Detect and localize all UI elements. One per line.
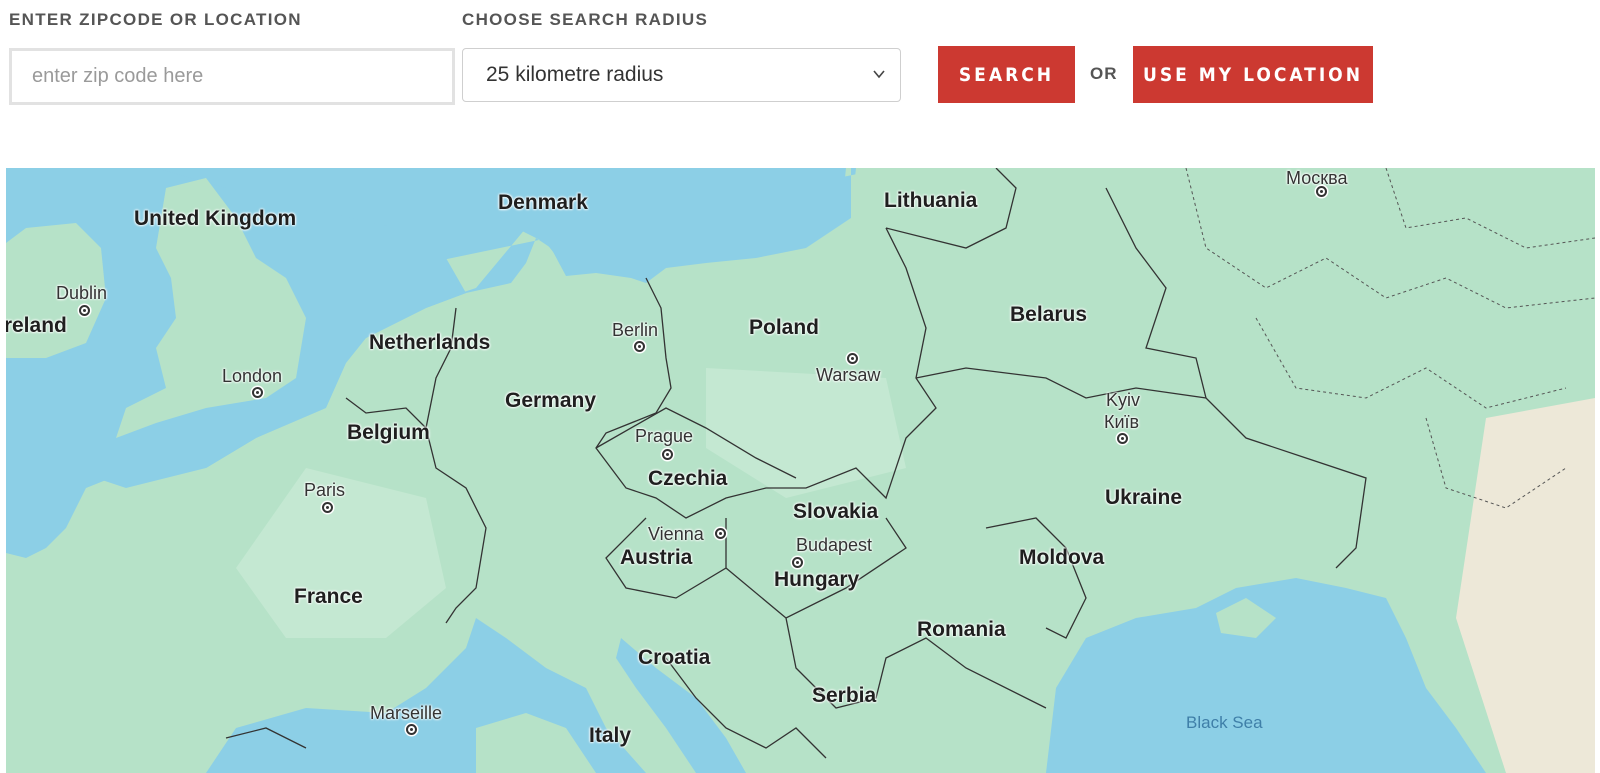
map-label-country: Denmark [498,191,588,214]
map-label-country: Romania [917,618,1006,641]
or-separator: OR [1090,64,1118,83]
map-label-country: Ukraine [1105,486,1183,509]
map-label-country: United Kingdom [134,207,297,230]
map-label-country: Moldova [1019,546,1105,569]
map-label-city: Kyiv [1106,390,1141,410]
map-label-country: Netherlands [369,331,491,354]
map-label-city: Warsaw [816,365,881,385]
map-label-city: Berlin [612,320,659,340]
chevron-down-icon [873,70,885,79]
map-label-city: Paris [304,480,346,500]
city-marker [1316,186,1327,197]
city-marker [322,502,333,513]
map-label-city: Москва [1286,168,1348,188]
map-label-city: Prague [635,426,694,446]
city-marker [79,305,90,316]
map-label-city: Vienna [648,524,704,544]
map-label-country: Ireland [6,314,67,337]
map-label-city: Dublin [56,283,108,303]
city-marker [1117,433,1128,444]
map-label-city: Budapest [796,535,873,555]
city-marker [715,528,726,539]
map-label-country: Belgium [347,421,430,444]
map-label-country: Belarus [1010,303,1088,326]
zip-code-input[interactable] [9,48,455,105]
map-label-country: Serbia [812,684,877,707]
map-label-country: France [294,585,363,608]
search-radius-value: 25 kilometre radius [486,63,664,86]
map-label-country: Germany [505,389,597,412]
city-marker [847,353,858,364]
map-label-sea: Black Sea [1186,713,1263,732]
map-label-country: Italy [589,724,632,747]
map-label-country: Slovakia [793,500,879,523]
use-my-location-button[interactable]: USE MY LOCATION [1133,46,1373,103]
map-label-country: Lithuania [884,189,978,212]
map-label-city: London [222,366,283,386]
map-label-country: Czechia [648,467,728,490]
map-label-country: Croatia [638,646,711,669]
city-marker [252,387,263,398]
map[interactable]: United Kingdom Ireland Denmark Lithuania… [6,168,1595,773]
zip-field-label: ENTER ZIPCODE OR LOCATION [9,10,302,29]
map-label-city: Київ [1104,412,1140,432]
city-marker [634,341,645,352]
radius-field-label: CHOOSE SEARCH RADIUS [462,10,709,29]
map-label-country: Hungary [774,568,860,591]
map-label-country: Poland [749,316,820,339]
search-radius-select[interactable]: 25 kilometre radius [462,48,901,102]
city-marker [406,724,417,735]
map-label-country: Austria [620,546,693,569]
search-button[interactable]: SEARCH [938,46,1075,103]
city-marker [792,557,803,568]
map-canvas[interactable] [6,168,1595,773]
map-label-city: Marseille [370,703,443,723]
city-marker [662,449,673,460]
